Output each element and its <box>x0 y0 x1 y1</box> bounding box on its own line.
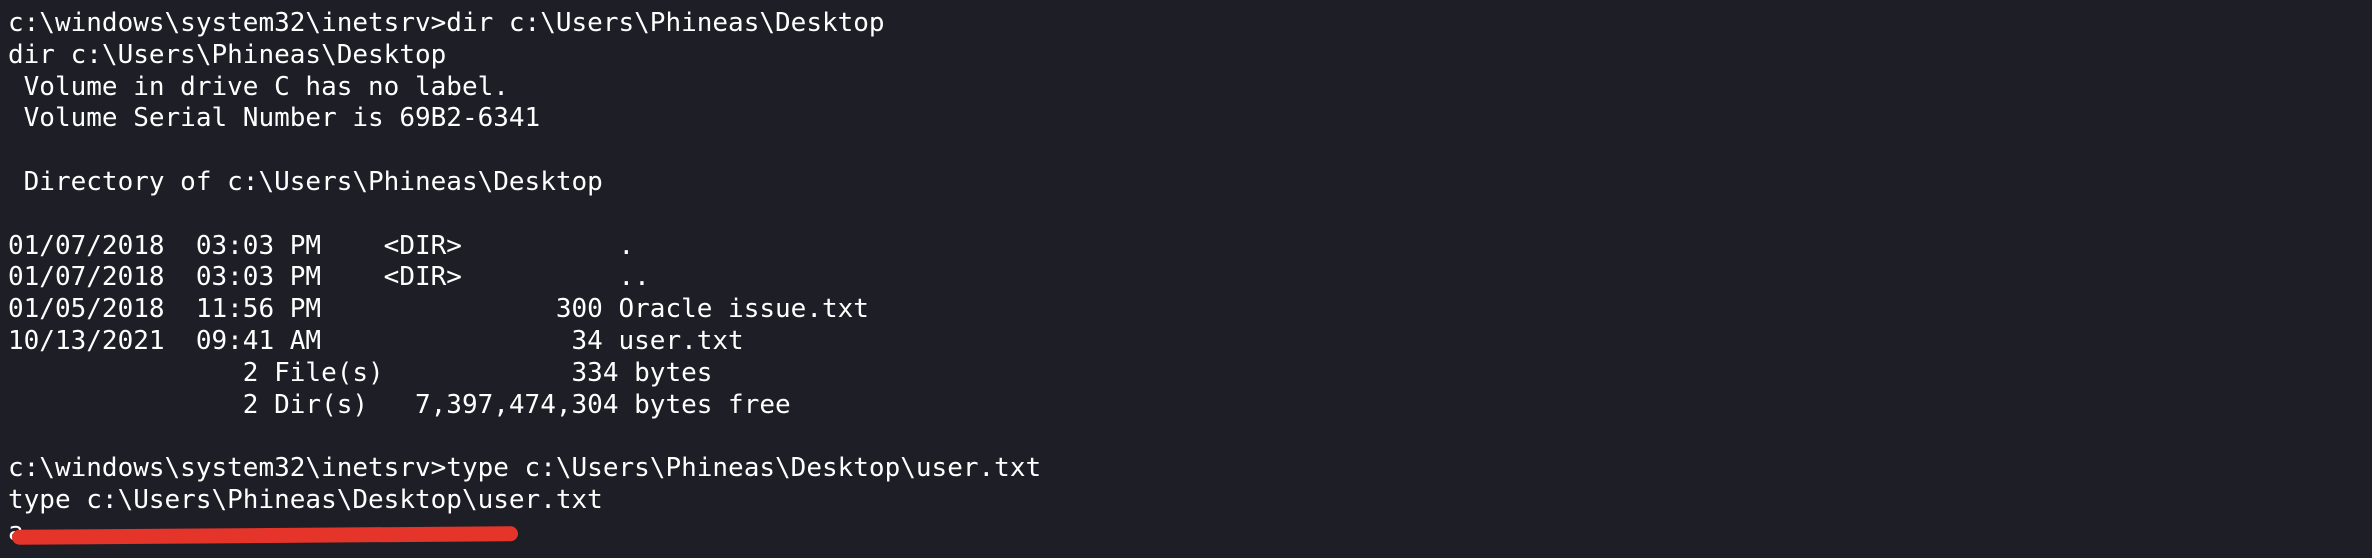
volume-serial-line: Volume Serial Number is 69B2-6341 <box>8 103 541 134</box>
echo-type-command: type c:\Users\Phineas\Desktop\user.txt <box>8 484 603 515</box>
file-entry-oracle-issue: 01/05/2018 11:56 PM 300 Oracle issue.txt <box>8 294 869 325</box>
echo-dir-command: dir c:\Users\Phineas\Desktop <box>8 39 447 70</box>
prompt-type-command: c:\windows\system32\inetsrv>type c:\User… <box>8 453 1042 484</box>
prompt-dir-command: c:\windows\system32\inetsrv>dir c:\Users… <box>8 8 885 38</box>
dir-entry-parent: 01/07/2018 03:03 PM <DIR> .. <box>8 262 650 293</box>
file-entry-user-txt: 10/13/2021 09:41 AM 34 user.txt <box>8 325 744 356</box>
volume-label-line: Volume in drive C has no label. <box>8 71 509 102</box>
terminal-window[interactable]: c:\windows\system32\inetsrv>dir c:\Users… <box>0 0 2372 558</box>
directory-of-line: Directory of c:\Users\Phineas\Desktop <box>8 166 603 197</box>
files-summary-line: 2 File(s) 334 bytes <box>8 357 713 388</box>
dir-entry-current: 01/07/2018 03:03 PM <DIR> . <box>8 230 635 261</box>
dirs-summary-line: 2 Dir(s) 7,397,474,304 bytes free <box>8 389 791 420</box>
